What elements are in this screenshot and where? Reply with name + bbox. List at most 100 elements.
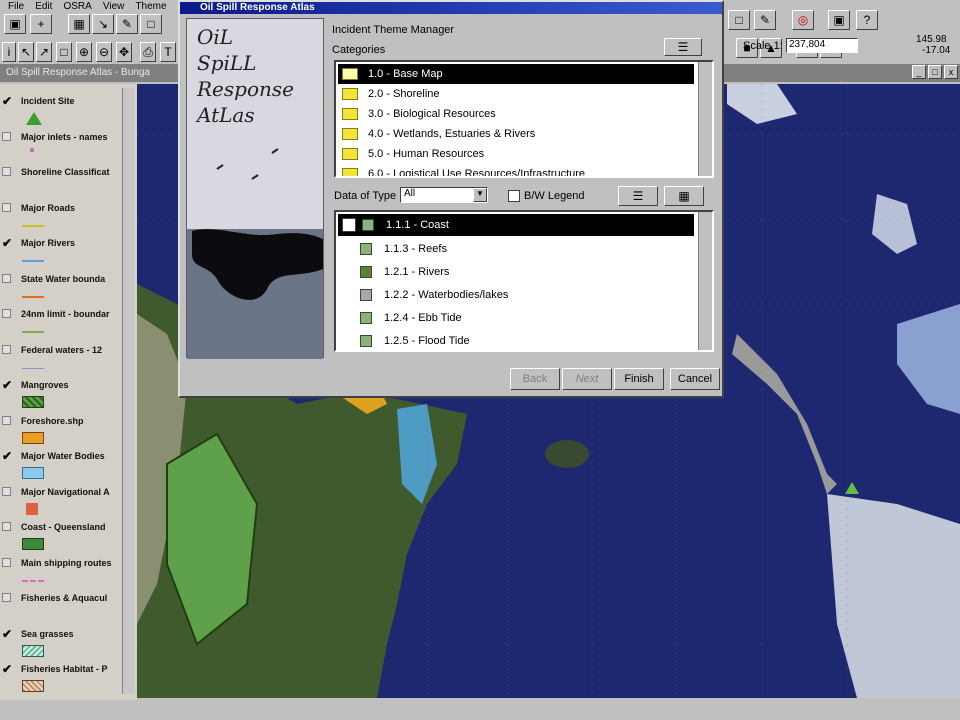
unchecked-box[interactable]	[2, 272, 12, 286]
menu-view[interactable]: View	[103, 1, 125, 12]
bw-legend-checkbox[interactable]	[508, 190, 520, 202]
checkmark-icon[interactable]: ✔	[2, 449, 12, 463]
legend-label: Main shipping routes	[21, 557, 112, 568]
unchecked-box[interactable]	[2, 201, 12, 215]
legend-scrollbar[interactable]	[122, 88, 134, 694]
menu-osra[interactable]: OSRA	[63, 1, 91, 12]
help-icon[interactable]: ?	[856, 10, 878, 30]
zoom-in-icon[interactable]: ⊕	[76, 42, 92, 62]
camera-icon[interactable]: ▣	[828, 10, 850, 30]
layer-item[interactable]: 1.2.2 - Waterbodies/lakes	[338, 284, 694, 306]
unchecked-box[interactable]	[2, 556, 12, 570]
category-item[interactable]: 1.0 - Base Map	[338, 64, 694, 84]
box-select-icon[interactable]: □	[56, 42, 72, 62]
menu-edit[interactable]: Edit	[35, 1, 52, 12]
legend-symbol-icon	[22, 431, 44, 444]
menu-theme[interactable]: Theme	[135, 1, 166, 12]
categories-list[interactable]: 1.0 - Base Map 2.0 - Shoreline 3.0 - Bio…	[334, 60, 714, 178]
table-icon[interactable]: ▦	[68, 14, 90, 34]
next-button[interactable]: Next	[562, 368, 612, 390]
unchecked-box[interactable]	[2, 591, 12, 605]
minimize-icon[interactable]: _	[912, 65, 926, 79]
scale-input[interactable]: 237,804	[786, 38, 858, 53]
legend-label: Major inlets - names	[21, 131, 108, 142]
unchecked-box[interactable]	[2, 165, 12, 179]
category-item[interactable]: 6.0 - Logistical Use Resources/Infrastru…	[338, 164, 694, 176]
checkmark-icon[interactable]: ✔	[2, 662, 12, 676]
legend-symbol-icon	[22, 574, 44, 582]
text-tool-icon[interactable]: T	[160, 42, 176, 62]
legend-label: Sea grasses	[21, 628, 74, 639]
checkmark-icon[interactable]: ✔	[2, 94, 12, 108]
menu-bar: File Edit OSRA View Theme	[0, 0, 180, 12]
small-island	[545, 440, 589, 468]
unchecked-box[interactable]	[2, 343, 12, 357]
legend-symbol-icon	[30, 147, 34, 152]
categories-scrollbar[interactable]	[698, 62, 712, 176]
chevron-down-icon[interactable]: ▼	[473, 188, 487, 202]
print-icon[interactable]: ⎙	[140, 42, 156, 62]
layout-icon[interactable]: □	[140, 14, 162, 34]
query-icon[interactable]: ↘	[92, 14, 114, 34]
draw-icon[interactable]: □	[728, 10, 750, 30]
finish-button[interactable]: Finish	[614, 368, 664, 390]
unchecked-box[interactable]	[2, 307, 12, 321]
close-icon[interactable]: x	[944, 65, 958, 79]
pan-icon[interactable]: ✥	[116, 42, 132, 62]
layer-item[interactable]: 1.2.5 - Flood Tide	[338, 330, 694, 350]
data-of-type-select[interactable]: All ▼	[400, 187, 488, 203]
layer-item[interactable]: 1.2.1 - Rivers	[338, 261, 694, 283]
legend-symbol-icon	[22, 219, 44, 227]
y-coordinate: -17.04	[922, 45, 951, 56]
layer-item[interactable]: 1.1.3 - Reefs	[338, 238, 694, 260]
legend-label: Fisheries & Aquacul	[21, 593, 108, 603]
layers-list[interactable]: 1.1.1 - Coast 1.1.3 - Reefs 1.2.1 - Rive…	[334, 210, 714, 352]
add-theme-icon[interactable]: +	[30, 14, 52, 34]
categories-tools-icon[interactable]: ☰	[664, 38, 702, 56]
legend-symbol-icon	[22, 680, 44, 692]
legend-item[interactable]: ✔ Fisheries Habitat - P	[0, 660, 122, 700]
atlas-logo: OiL SpiLL Response AtLas	[186, 18, 324, 359]
stop-icon[interactable]: ◎	[792, 10, 814, 30]
category-item[interactable]: 3.0 - Biological Resources	[338, 104, 694, 124]
legend-symbol-icon	[22, 538, 44, 550]
legend-label: Incident Site	[21, 96, 75, 106]
select-icon[interactable]: ↗	[36, 42, 52, 62]
legend-label: Major Water Bodies	[21, 451, 105, 461]
back-button[interactable]: Back	[510, 368, 560, 390]
dialog-title: Oil Spill Response Atlas	[200, 2, 315, 13]
pencil-icon[interactable]: ✎	[754, 10, 776, 30]
checkmark-icon[interactable]: ✔	[2, 236, 12, 250]
checkmark-icon[interactable]: ✔	[2, 627, 12, 641]
save-icon[interactable]: ▣	[4, 14, 26, 34]
category-item[interactable]: 4.0 - Wetlands, Estuaries & Rivers	[338, 124, 694, 144]
bw-legend-label: B/W Legend	[524, 190, 585, 202]
zoom-out-icon[interactable]: ⊖	[96, 42, 112, 62]
pointer-icon[interactable]: ↖	[18, 42, 34, 62]
unchecked-box[interactable]	[2, 485, 12, 499]
data-of-type-value: All	[404, 188, 416, 199]
checkmark-icon[interactable]: ✔	[2, 378, 12, 392]
legend-label: Major Roads	[21, 202, 76, 213]
unchecked-box[interactable]	[2, 414, 12, 428]
logo-word-3: Response	[197, 77, 294, 101]
legend-label: State Water bounda	[21, 273, 106, 284]
details-view-icon[interactable]: ▦	[664, 186, 704, 206]
cancel-button[interactable]: Cancel	[670, 368, 720, 390]
unchecked-box[interactable]	[2, 520, 12, 534]
legend-symbol-icon	[26, 502, 38, 515]
legend-symbol-icon	[26, 112, 42, 125]
category-item[interactable]: 2.0 - Shoreline	[338, 84, 694, 104]
view-title: Oil Spill Response Atlas - Bunga	[6, 67, 150, 78]
unchecked-box[interactable]	[2, 130, 12, 144]
layer-item[interactable]: 1.1.1 - Coast	[338, 214, 694, 236]
maximize-icon[interactable]: □	[928, 65, 942, 79]
category-item[interactable]: 5.0 - Human Resources	[338, 144, 694, 164]
list-view-icon[interactable]: ☰	[618, 186, 658, 206]
menu-file[interactable]: File	[8, 1, 24, 12]
layer-item[interactable]: 1.2.4 - Ebb Tide	[338, 307, 694, 329]
layers-scrollbar[interactable]	[698, 212, 712, 350]
legend-label: Mangroves	[21, 380, 69, 390]
edit-icon[interactable]: ✎	[116, 14, 138, 34]
info-icon[interactable]: i	[2, 42, 16, 62]
